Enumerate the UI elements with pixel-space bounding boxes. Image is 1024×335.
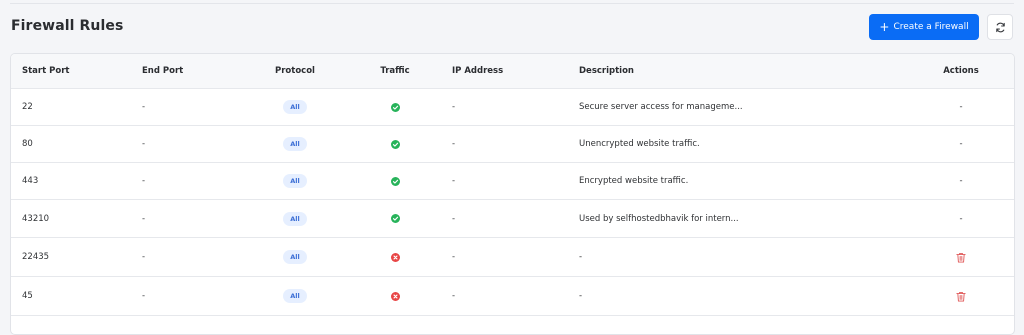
column-header-end-port[interactable]: End Port <box>142 54 183 88</box>
protocol-badge: All <box>283 250 307 264</box>
ip-address-cell: - <box>452 252 456 262</box>
column-header-start-port[interactable]: Start Port <box>22 54 69 88</box>
ip-address-cell: - <box>452 176 456 186</box>
refresh-button[interactable] <box>987 14 1013 40</box>
description-cell: Used by selfhostedbhavik for intern... <box>579 213 739 224</box>
description-cell: Unencrypted website traffic. <box>579 139 700 149</box>
traffic-cell <box>375 277 415 315</box>
description-cell: - <box>579 291 583 301</box>
start-port-cell: 22 <box>22 102 33 112</box>
protocol-badge: All <box>283 137 307 151</box>
protocol-badge: All <box>283 211 307 226</box>
traffic-cell <box>375 126 415 162</box>
check-circle-icon <box>390 139 400 149</box>
start-port-cell: 22435 <box>22 252 50 262</box>
trash-icon[interactable] <box>956 252 966 263</box>
protocol-cell: All <box>265 126 325 162</box>
no-action: - <box>959 213 963 224</box>
start-port-cell: 443 <box>22 176 39 186</box>
protocol-cell: All <box>265 89 325 125</box>
protocol-cell: All <box>265 277 325 315</box>
check-circle-icon <box>390 102 400 112</box>
no-action: - <box>959 176 963 186</box>
column-header-traffic[interactable]: Traffic <box>375 54 415 88</box>
table-row[interactable]: 22435 - All - - <box>11 238 1014 277</box>
plus-icon: + <box>879 20 890 34</box>
protocol-cell: All <box>265 200 325 237</box>
ip-address-cell: - <box>452 213 456 224</box>
start-port-cell: 80 <box>22 139 33 149</box>
top-divider <box>10 0 1014 4</box>
protocol-cell: All <box>265 238 325 276</box>
column-header-description[interactable]: Description <box>579 54 909 88</box>
end-port-cell: - <box>142 213 146 224</box>
column-header-ip-address[interactable]: IP Address <box>452 54 503 88</box>
ip-address-cell: - <box>452 291 456 301</box>
traffic-cell <box>375 89 415 125</box>
protocol-badge: All <box>283 289 307 303</box>
actions-cell: - <box>931 89 991 125</box>
trash-icon[interactable] <box>956 291 966 302</box>
no-action: - <box>959 102 963 112</box>
actions-cell <box>931 238 991 276</box>
traffic-cell <box>375 200 415 237</box>
traffic-cell <box>375 238 415 276</box>
firewall-rules-table: Start Port End Port Protocol Traffic IP … <box>10 53 1015 335</box>
description-cell: Encrypted website traffic. <box>579 176 689 186</box>
protocol-badge: All <box>283 174 307 188</box>
ip-address-cell: - <box>452 139 456 149</box>
description-cell: Secure server access for manageme... <box>579 102 743 112</box>
table-row[interactable]: 80 - All - Unencrypted website traffic. - <box>11 126 1014 163</box>
create-firewall-label: Create a Firewall <box>893 22 969 32</box>
traffic-cell <box>375 163 415 199</box>
page-title: Firewall Rules <box>11 18 124 34</box>
table-header-row: Start Port End Port Protocol Traffic IP … <box>11 54 1014 89</box>
start-port-cell: 43210 <box>22 213 50 224</box>
end-port-cell: - <box>142 102 146 112</box>
protocol-cell: All <box>265 163 325 199</box>
end-port-cell: - <box>142 252 146 262</box>
actions-cell: - <box>931 163 991 199</box>
description-cell: - <box>579 252 583 262</box>
check-circle-icon <box>390 176 400 186</box>
x-circle-icon <box>390 252 400 262</box>
actions-cell <box>931 277 991 315</box>
table-row[interactable]: 443 - All - Encrypted website traffic. - <box>11 163 1014 200</box>
check-circle-icon <box>390 214 400 223</box>
no-action: - <box>959 139 963 149</box>
protocol-badge: All <box>283 100 307 114</box>
column-header-protocol[interactable]: Protocol <box>265 54 325 88</box>
column-header-actions: Actions <box>943 66 979 76</box>
start-port-cell: 45 <box>22 291 33 301</box>
actions-cell: - <box>931 200 991 237</box>
table-row[interactable]: 45 - All - - <box>11 277 1014 316</box>
end-port-cell: - <box>142 291 146 301</box>
ip-address-cell: - <box>452 102 456 112</box>
actions-cell: - <box>931 126 991 162</box>
end-port-cell: - <box>142 176 146 186</box>
table-row[interactable]: 22 - All - Secure server access for manageme… <box>11 89 1014 126</box>
table-row[interactable]: 43210 - All - Used by selfhostedbhavik for i… <box>11 200 1014 238</box>
refresh-icon <box>995 22 1005 32</box>
x-circle-icon <box>390 291 400 301</box>
create-firewall-button[interactable]: + Create a Firewall <box>869 14 979 40</box>
end-port-cell: - <box>142 139 146 149</box>
